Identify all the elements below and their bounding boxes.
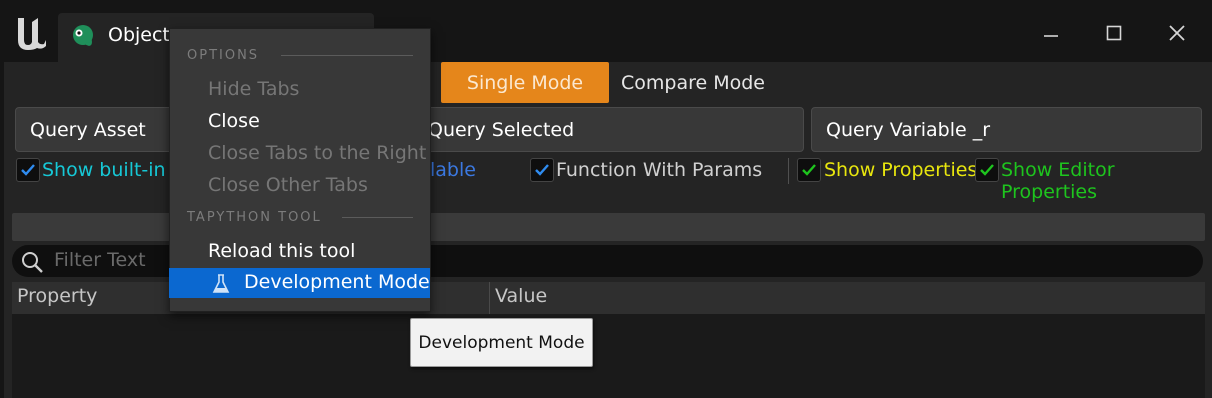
show-properties-checkbox[interactable] — [797, 158, 821, 182]
query-variable-button[interactable]: Query Variable _r — [811, 107, 1202, 152]
function-with-params-label: Function With Params — [556, 159, 763, 181]
maximize-button[interactable] — [1093, 16, 1135, 50]
checkmark-icon — [802, 164, 816, 176]
column-header-value[interactable]: Value — [495, 285, 547, 307]
menu-item-reload-tool[interactable]: Reload this tool — [208, 240, 355, 262]
menu-item-close-tabs-right: Close Tabs to the Right — [208, 142, 427, 164]
show-builtin-label: Show built-in — [42, 159, 166, 181]
tab-title: Object — [108, 24, 170, 46]
menu-item-close[interactable]: Close — [208, 110, 260, 132]
compare-mode-button[interactable]: Compare Mode — [612, 62, 774, 103]
show-builtin-checkbox[interactable] — [16, 158, 40, 182]
function-with-params-checkbox[interactable] — [530, 158, 554, 182]
close-icon — [1169, 25, 1185, 41]
column-header-property[interactable]: Property — [17, 285, 97, 307]
variable-filter-label: lable — [430, 159, 476, 181]
unreal-logo-icon — [12, 12, 52, 52]
filter-separator — [788, 158, 789, 184]
search-icon — [20, 250, 44, 274]
show-editor-properties-label: Show Editor Properties — [1001, 159, 1115, 203]
tooltip: Development Mode — [410, 318, 593, 367]
checkmark-icon — [980, 164, 994, 176]
maximize-icon — [1106, 25, 1122, 41]
property-list — [12, 314, 1205, 398]
menu-section-options: OPTIONS — [187, 48, 260, 63]
checkmark-icon — [21, 164, 35, 176]
single-mode-button[interactable]: Single Mode — [441, 62, 609, 103]
flask-icon — [212, 274, 230, 294]
menu-item-close-other-tabs: Close Other Tabs — [208, 174, 368, 196]
show-editor-properties-checkbox[interactable] — [975, 158, 999, 182]
query-selected-button[interactable]: Query Selected — [413, 107, 804, 152]
menu-item-development-mode-label: Development Mode — [244, 271, 430, 293]
chameleon-icon — [70, 23, 96, 49]
menu-section-divider — [281, 55, 413, 56]
show-properties-label: Show Properties — [824, 159, 978, 181]
column-divider[interactable] — [489, 282, 490, 314]
filter-placeholder: Filter Text — [54, 249, 146, 271]
menu-section-tapython-tool: TAPYTHON TOOL — [187, 210, 322, 225]
menu-section-divider — [342, 217, 413, 218]
checkmark-icon — [535, 164, 549, 176]
close-window-button[interactable] — [1156, 16, 1198, 50]
minimize-icon — [1044, 35, 1058, 37]
minimize-button[interactable] — [1030, 16, 1072, 50]
menu-item-hide-tabs: Hide Tabs — [208, 78, 300, 100]
query-asset-button[interactable]: Query Asset — [15, 107, 175, 152]
